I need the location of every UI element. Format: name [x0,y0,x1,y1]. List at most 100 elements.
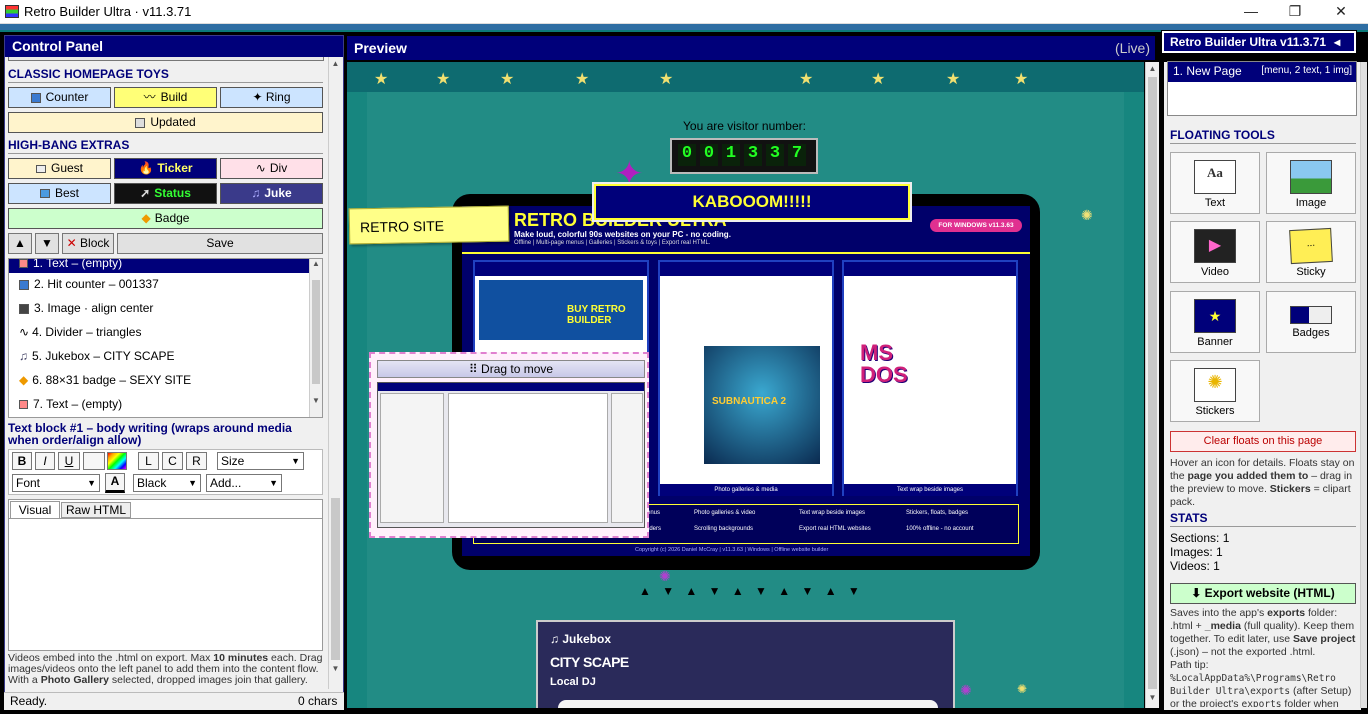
guest-button[interactable]: Guest [8,158,111,179]
kaboom-banner[interactable]: KABOOOM!!!!! [592,182,912,222]
feature-item: 100% offline - no account [906,526,974,532]
size-value: Size [221,454,245,468]
font-select[interactable]: Font ▼ [12,474,100,492]
list-scrollbar[interactable]: ▲ ▼ [309,259,322,417]
list-item-selected[interactable]: 1. Text – (empty) [9,259,322,273]
help-text: Path tip: [1170,659,1209,671]
ring-button[interactable]: ✦ Ring [220,87,323,108]
floating-tools-heading: FLOATING TOOLS [1170,128,1275,142]
list-item-label: 7. Text – (empty) [33,397,123,411]
guestbook-icon [35,164,46,173]
for-windows-badge: FOR WINDOWS v11.3.63 [930,219,1022,232]
italic-button[interactable]: I [35,452,55,470]
ticker-button[interactable]: 🔥 Ticker [114,158,217,179]
divider [8,82,323,83]
audio-player[interactable] [558,700,938,708]
bold-button[interactable]: B [12,452,32,470]
minimize-button[interactable]: — [1242,3,1260,21]
tool-stickers[interactable]: ✺ Stickers [1170,360,1260,422]
align-left-button[interactable]: L [138,452,159,470]
build-button[interactable]: 〰 Build [114,87,217,108]
color-select[interactable]: Black ▼ [133,474,201,492]
align-center-button[interactable]: C [162,452,183,470]
stats-images: Images: 1 [1170,545,1223,559]
tag-icon: ◆ [19,373,29,387]
copyright: Copyright (c) 2026 Daniel McCray | v11.3… [635,547,829,553]
maximize-button[interactable]: ❐ [1286,3,1304,21]
page-item-selected[interactable]: 1. New Page [menu, 2 text, 1 img] [1168,62,1356,82]
shot-header [475,262,647,276]
drag-handle[interactable]: ⠿ Drag to move [377,360,645,378]
rocket-icon: ➚ [140,186,151,200]
star-icon: ★ [374,71,389,88]
status-button[interactable]: ➚ Status [114,183,217,204]
export-button[interactable]: ⬇ Export website (HTML) [1170,583,1356,604]
delete-block-label: Block [80,236,110,250]
list-item[interactable]: ♫ 5. Jukebox – CITY SCAPE [9,345,322,369]
text-tool-icon: Aa [1194,160,1236,194]
scroll-thumb[interactable] [312,280,320,384]
tool-image[interactable]: Image [1266,152,1356,214]
star-icon: ★ [946,71,961,88]
hit-counter: 0 0 1 3 3 7 [670,138,818,174]
div-button[interactable]: ∿ Div [220,158,323,179]
add-select[interactable]: Add... ▼ [206,474,282,492]
clear-floats-button[interactable]: Clear floats on this page [1170,431,1356,452]
blank-button[interactable] [83,452,105,470]
best-button[interactable]: Best [8,183,111,204]
app-icon [5,5,19,18]
list-item[interactable]: 7. Text – (empty) [9,393,322,417]
jukebox[interactable]: ♫ Jukebox CITY SCAPE Local DJ [536,620,955,708]
underline-button[interactable]: U [58,452,80,470]
retro-site-note[interactable]: RETRO SITE [348,205,510,245]
scroll-thumb[interactable] [1148,77,1157,689]
align-right-button[interactable]: R [186,452,207,470]
delete-block-button[interactable]: ✕ Block [62,233,114,254]
editor-textarea[interactable] [9,518,322,650]
title-bar: Retro Builder Ultra · v11.3.71 — ❐ ✕ [0,0,1368,24]
hover-help: Hover an icon for details. Floats stay o… [1170,457,1358,509]
monitor-icon [39,189,50,199]
text-color-button[interactable]: A [105,473,125,493]
star-icon: ★ [436,71,451,88]
panel-scrollbar[interactable]: ▲ ▼ [328,57,342,689]
tool-video[interactable]: ▶ Video [1170,221,1260,283]
page-list[interactable]: 1. New Page [menu, 2 text, 1 img] [1167,61,1357,116]
list-item[interactable]: 3. Image · align center [9,297,322,321]
preview-scrollbar[interactable]: ▲ ▼ [1145,62,1159,708]
tab-visual[interactable]: Visual [10,501,60,519]
right-scrollbar[interactable] [1360,62,1367,708]
move-up-button[interactable]: ▲ [8,233,32,254]
scroll-thumb[interactable] [331,498,340,660]
block-list[interactable]: 1. Text – (empty) 2. Hit counter – 00133… [8,258,323,418]
tab-raw-html[interactable]: Raw HTML [61,502,131,518]
star-icon: ★ [871,71,886,88]
save-button[interactable]: Save [117,233,323,254]
add-value: Add... [210,476,242,490]
list-item[interactable]: 2. Hit counter – 001337 [9,273,322,297]
banner-subtitle: Make loud, colorful 90s websites on your… [514,230,731,239]
updated-button[interactable]: Updated [8,112,323,133]
counter-button[interactable]: Counter [8,87,111,108]
floating-image-panel[interactable]: ⠿ Drag to move [369,352,649,538]
mini-screenshot [377,382,645,528]
help-bold: page you added them to [1187,470,1309,482]
tool-sticky[interactable]: ... Sticky [1266,221,1356,283]
juke-button[interactable]: ♫ Juke [220,183,323,204]
close-button[interactable]: ✕ [1332,3,1350,21]
preview-canvas[interactable]: ★ ★ ★ ★ ★ ★ ★ ★ ★ ✺ You are visitor numb… [347,62,1144,708]
tool-text[interactable]: Aa Text [1170,152,1260,214]
section-extras: HIGH-BANG EXTRAS [8,138,130,152]
list-item[interactable]: ∿ 4. Divider – triangles [9,321,322,345]
rainbow-icon[interactable] [107,452,127,470]
music-note-icon: ♫ [251,186,261,200]
badge-button[interactable]: ◆ Badge [8,208,323,229]
editor-note: Videos embed into the .html on export. M… [8,653,326,686]
tool-banner[interactable]: ★ Banner [1170,291,1260,353]
shot-text: BUY RETRO BUILDER [567,304,626,326]
size-select[interactable]: Size ▼ [217,452,304,470]
move-down-button[interactable]: ▼ [35,233,59,254]
text-block-heading: Text block #1 – body writing (wraps arou… [8,421,292,447]
list-item[interactable]: ◆ 6. 88×31 badge – SEXY SITE [9,369,322,393]
tool-badges[interactable]: Badges [1266,291,1356,353]
